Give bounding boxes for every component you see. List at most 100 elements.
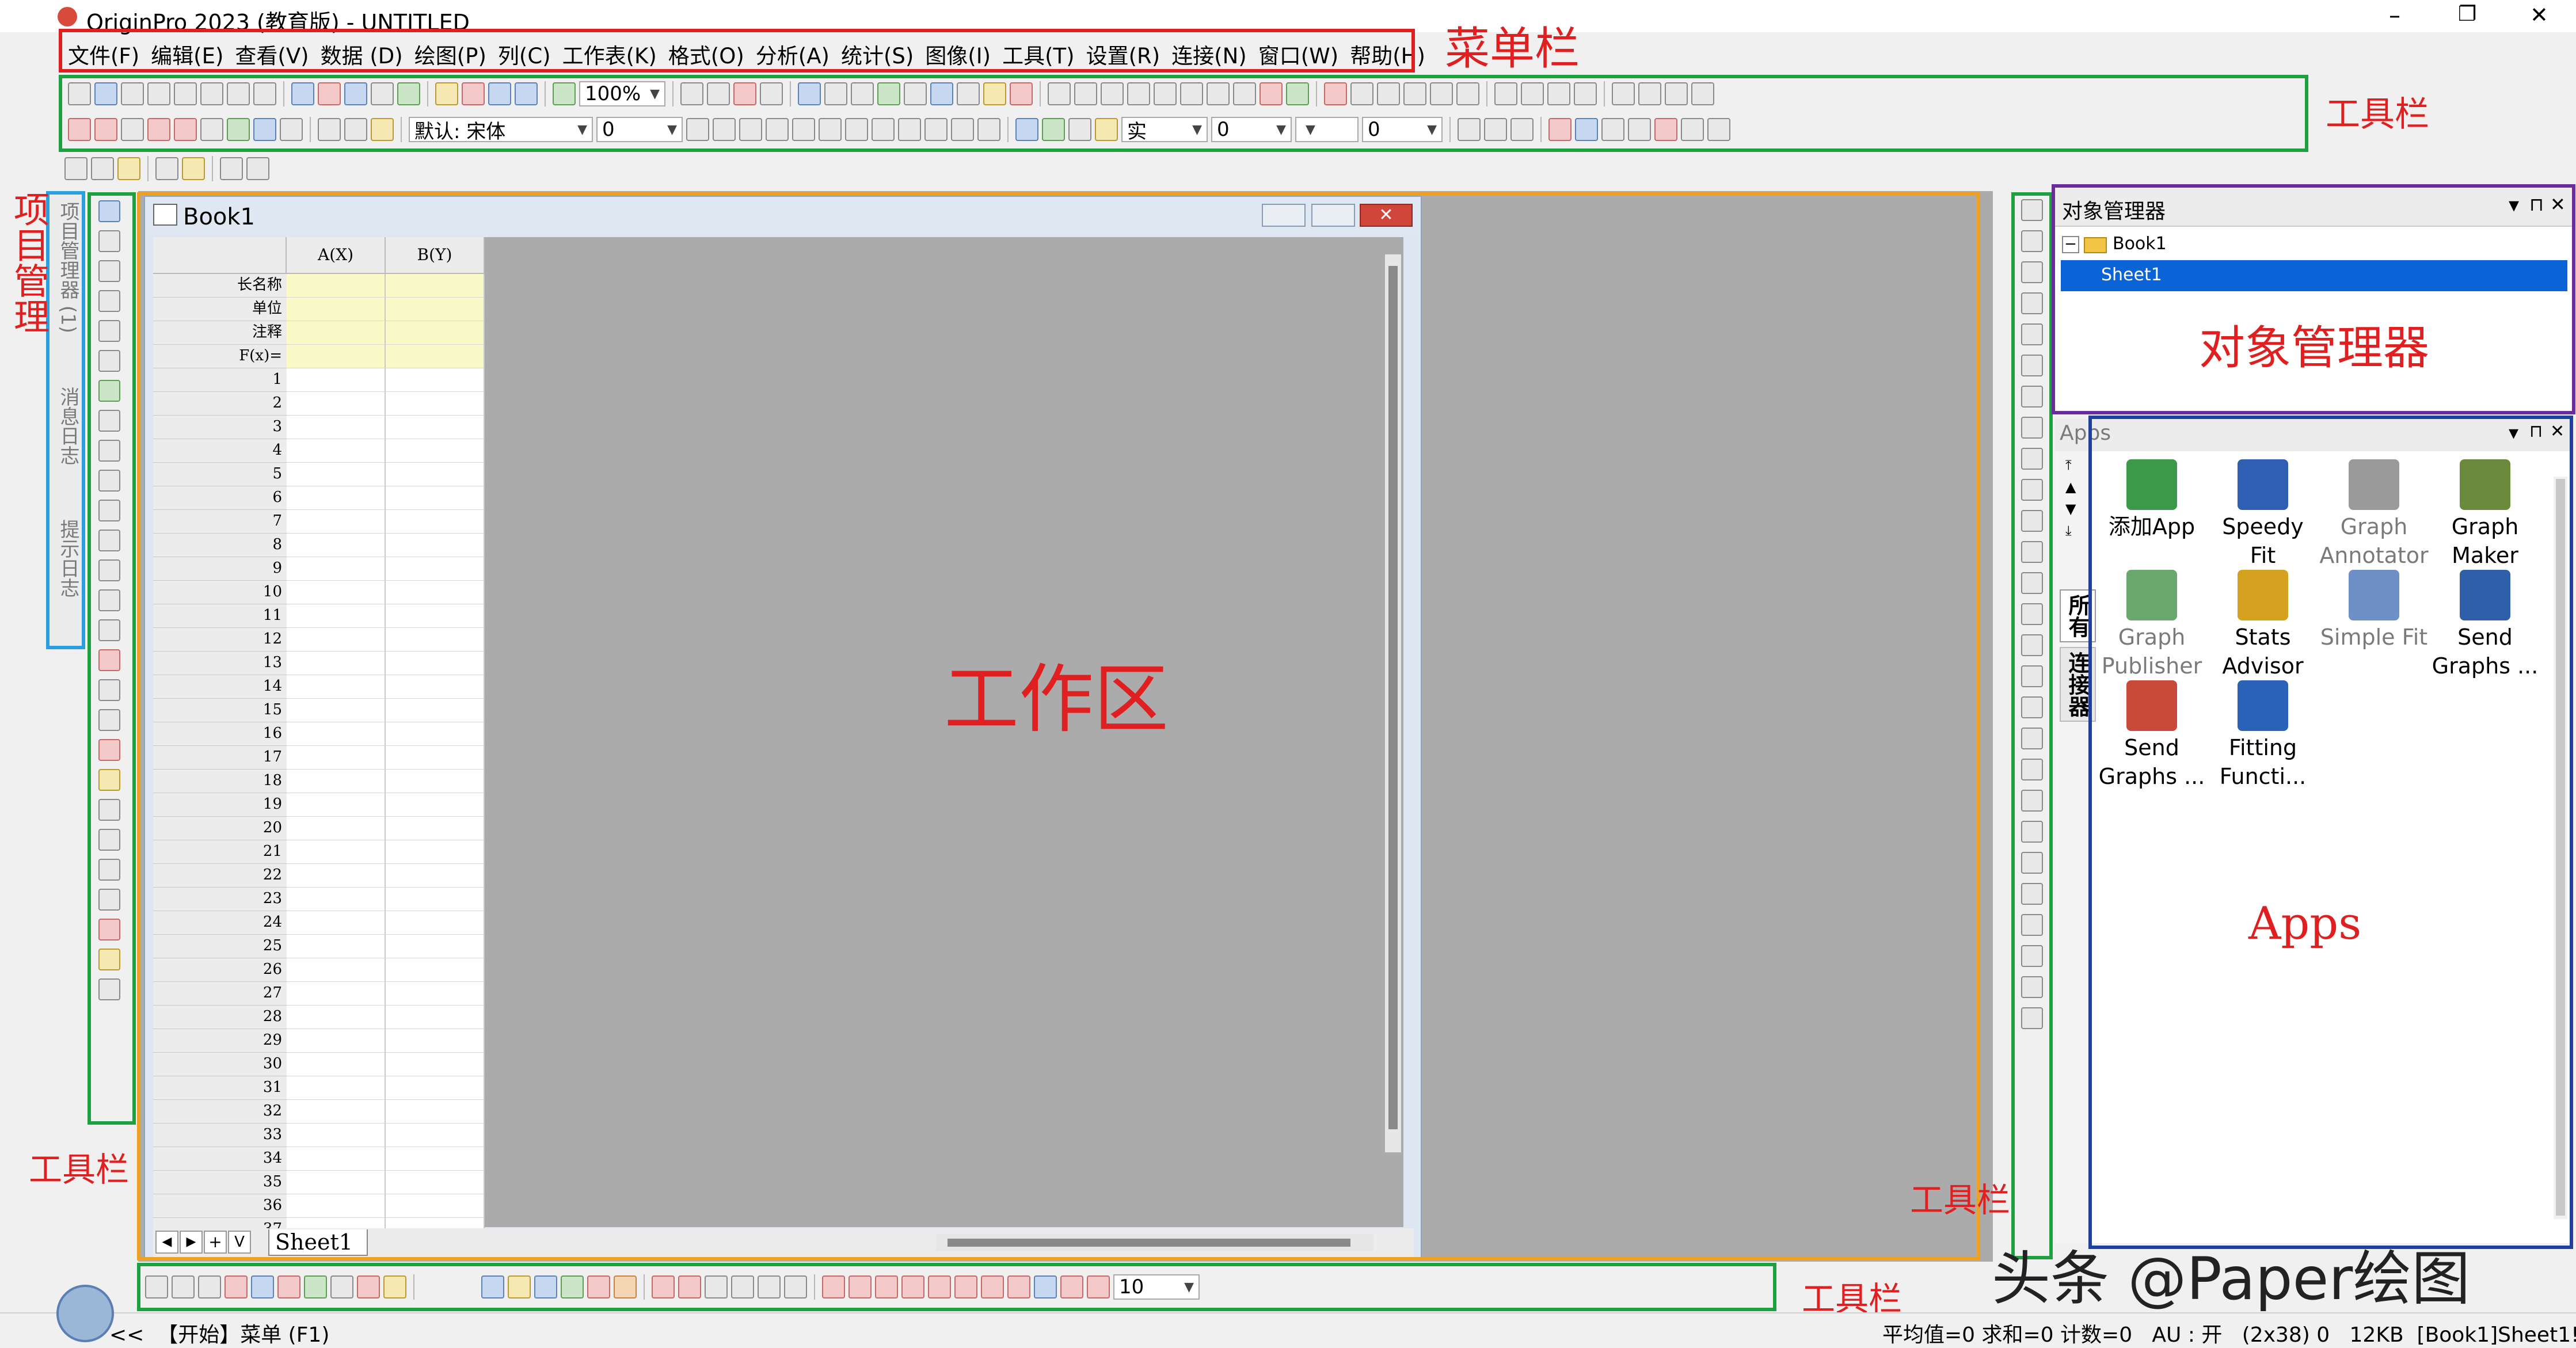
row-number[interactable]: 31 bbox=[153, 1076, 287, 1100]
panel-template-icon[interactable] bbox=[200, 118, 223, 141]
app-tile[interactable]: Send Graphs ... bbox=[2427, 570, 2543, 680]
row-number[interactable]: 2 bbox=[153, 392, 287, 416]
menu-view[interactable]: 查看(V) bbox=[229, 39, 314, 70]
cell[interactable] bbox=[386, 1029, 485, 1053]
cell[interactable] bbox=[386, 1124, 485, 1147]
increase-font-icon[interactable] bbox=[872, 118, 895, 141]
row-number[interactable]: 18 bbox=[153, 770, 287, 793]
contour-plot-icon[interactable] bbox=[534, 1275, 557, 1299]
column-chart-icon[interactable] bbox=[1180, 82, 1203, 105]
row-number[interactable]: 35 bbox=[153, 1171, 287, 1194]
app-tile[interactable]: Stats Advisor bbox=[2205, 570, 2320, 680]
line-symbol-icon[interactable] bbox=[198, 1275, 221, 1299]
row-number[interactable]: 32 bbox=[153, 1100, 287, 1124]
apps-tab-all[interactable]: 所有 bbox=[2060, 589, 2096, 642]
cell[interactable] bbox=[287, 911, 386, 935]
text-tool-icon[interactable] bbox=[98, 470, 120, 492]
merge-graph-icon[interactable] bbox=[253, 118, 276, 141]
template-library-icon[interactable] bbox=[383, 1275, 406, 1299]
send-back-icon[interactable] bbox=[2021, 883, 2043, 905]
cell[interactable] bbox=[287, 1124, 386, 1147]
row-number[interactable]: 23 bbox=[153, 888, 287, 911]
italic-icon[interactable] bbox=[713, 118, 736, 141]
distribute-h-icon[interactable] bbox=[2021, 665, 2043, 687]
code-builder-icon[interactable] bbox=[760, 82, 783, 105]
pattern-color-icon[interactable] bbox=[1042, 118, 1065, 141]
app-tile[interactable]: Graph Annotator bbox=[2316, 459, 2432, 570]
layer-nine-icon[interactable] bbox=[2021, 448, 2043, 470]
mark-icon[interactable] bbox=[155, 157, 178, 180]
smiley-icon[interactable] bbox=[705, 1275, 728, 1299]
cell[interactable] bbox=[386, 463, 485, 486]
hand-tool-icon[interactable] bbox=[98, 619, 120, 641]
cell[interactable] bbox=[386, 652, 485, 675]
column-a-header[interactable]: A(X) bbox=[287, 237, 386, 274]
cell[interactable] bbox=[386, 1194, 485, 1218]
cell[interactable] bbox=[287, 935, 386, 958]
cell[interactable] bbox=[386, 746, 485, 770]
cut-icon[interactable] bbox=[318, 118, 341, 141]
script-window-icon[interactable] bbox=[930, 82, 953, 105]
app-tile[interactable]: Graph Maker bbox=[2427, 459, 2543, 570]
row-number[interactable]: 1 bbox=[153, 368, 287, 392]
color-scale-icon[interactable] bbox=[98, 769, 120, 791]
frame-icon[interactable] bbox=[1681, 118, 1704, 141]
align-right-icon[interactable] bbox=[2021, 541, 2043, 563]
close-button[interactable]: ✕ bbox=[2530, 2, 2548, 28]
plot-one-icon[interactable] bbox=[822, 1275, 845, 1299]
new-folder-icon[interactable] bbox=[94, 82, 117, 105]
legend-icon[interactable] bbox=[98, 859, 120, 881]
print-icon[interactable] bbox=[680, 82, 703, 105]
set-column-values-icon[interactable] bbox=[1101, 82, 1124, 105]
row-number[interactable]: 9 bbox=[153, 557, 287, 581]
book1-tree-toggle[interactable]: − bbox=[2062, 236, 2079, 253]
screen-reader-icon[interactable] bbox=[98, 290, 120, 312]
new-graph-icon[interactable] bbox=[147, 82, 170, 105]
first-column-icon[interactable] bbox=[1494, 82, 1517, 105]
align-icon[interactable] bbox=[924, 118, 948, 141]
cell[interactable] bbox=[287, 581, 386, 604]
wireframe-plot-icon[interactable] bbox=[508, 1275, 531, 1299]
insert-object-icon[interactable] bbox=[98, 709, 120, 731]
pattern-icon[interactable] bbox=[1458, 118, 1481, 141]
new-workbook-icon[interactable] bbox=[121, 82, 144, 105]
horizontal-scrollbar[interactable] bbox=[936, 1234, 1373, 1251]
apps-scroll-thumb[interactable] bbox=[2556, 479, 2565, 1216]
center-page-icon[interactable] bbox=[2021, 976, 2043, 998]
resize-icon[interactable] bbox=[1601, 118, 1624, 141]
cell[interactable] bbox=[287, 345, 386, 368]
book1-close-button[interactable]: ✕ bbox=[1360, 204, 1413, 227]
marker-icon[interactable] bbox=[182, 157, 205, 180]
menu-image[interactable]: 图像(I) bbox=[919, 39, 996, 70]
new-function-icon[interactable] bbox=[253, 82, 276, 105]
fit-icon[interactable] bbox=[731, 1275, 754, 1299]
cell[interactable] bbox=[287, 1194, 386, 1218]
plot-six-icon[interactable] bbox=[954, 1275, 977, 1299]
cell[interactable] bbox=[287, 699, 386, 722]
cell[interactable] bbox=[287, 1100, 386, 1124]
fill-size-combo[interactable]: 0 ▼ bbox=[1362, 117, 1443, 142]
plot-three-icon[interactable] bbox=[875, 1275, 898, 1299]
row-number[interactable]: 36 bbox=[153, 1194, 287, 1218]
zoom-combo[interactable]: 100% ▼ bbox=[579, 81, 665, 106]
apps-scrollbar[interactable] bbox=[2554, 477, 2567, 1219]
cell[interactable] bbox=[386, 510, 485, 534]
align-bottom-icon[interactable] bbox=[2021, 603, 2043, 625]
cell[interactable] bbox=[287, 652, 386, 675]
bold-icon[interactable] bbox=[686, 118, 709, 141]
set-as-none-icon[interactable] bbox=[1456, 82, 1479, 105]
cell[interactable] bbox=[287, 958, 386, 982]
image-plot-icon[interactable] bbox=[614, 1275, 637, 1299]
graph-template-icon[interactable] bbox=[68, 118, 91, 141]
arrow-end-icon[interactable] bbox=[1691, 82, 1714, 105]
cell[interactable] bbox=[287, 510, 386, 534]
auto-update-icon[interactable] bbox=[117, 157, 140, 180]
cell[interactable] bbox=[386, 770, 485, 793]
plot-five-icon[interactable] bbox=[928, 1275, 951, 1299]
horizontal-scroll-thumb[interactable] bbox=[948, 1239, 1350, 1247]
rescale-icon[interactable] bbox=[2021, 230, 2043, 252]
plot-eight-icon[interactable] bbox=[1007, 1275, 1030, 1299]
book1-window[interactable]: Book1 ✕ 长名称 单位 注释 F(x)= 1 2 3 4 5 6 7 8 9 10 11 12 1… bbox=[144, 196, 1422, 1261]
column-stats-icon[interactable] bbox=[1048, 82, 1071, 105]
cell[interactable] bbox=[386, 368, 485, 392]
